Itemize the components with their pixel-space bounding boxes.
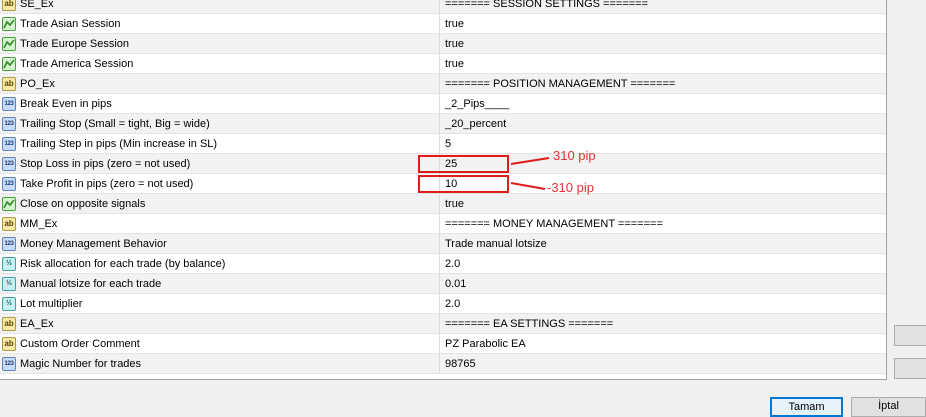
integer-type-icon: 123 xyxy=(2,176,16,191)
parameter-name: Magic Number for trades xyxy=(20,357,142,370)
table-row[interactable]: 123 Magic Number for trades 98765 xyxy=(0,354,886,374)
parameter-name-cell: 123 Trailing Stop (Small = tight, Big = w… xyxy=(0,114,440,133)
table-row[interactable]: 123 Money Management Behavior Trade manual… xyxy=(0,234,886,254)
parameter-name: Close on opposite signals xyxy=(20,197,146,210)
parameter-value[interactable]: PZ Parabolic EA xyxy=(440,334,886,353)
parameter-name-cell: ab EA_Ex xyxy=(0,314,440,333)
parameter-name-cell: 123 Take Profit in pips (zero = not used) xyxy=(0,174,440,193)
table-row[interactable]: ab Custom Order Comment PZ Parabolic EA xyxy=(0,334,886,354)
parameter-name: Take Profit in pips (zero = not used) xyxy=(20,177,194,190)
parameter-value[interactable]: true xyxy=(440,194,886,213)
table-row[interactable]: Trade Europe Session true xyxy=(0,34,886,54)
integer-type-icon: 123 xyxy=(2,136,16,151)
parameter-name: Lot multiplier xyxy=(20,297,83,310)
parameter-name-cell: ab Custom Order Comment xyxy=(0,334,440,353)
parameter-name-cell: 123 Trailing Step in pips (Min increase i… xyxy=(0,134,440,153)
table-row[interactable]: ½ Lot multiplier 2.0 xyxy=(0,294,886,314)
table-row[interactable]: Close on opposite signals true xyxy=(0,194,886,214)
string-type-icon: ab xyxy=(2,0,16,11)
table-row[interactable]: Trade Asian Session true xyxy=(0,14,886,34)
parameter-name-cell: ab MM_Ex xyxy=(0,214,440,233)
parameter-name: Risk allocation for each trade (by balan… xyxy=(20,257,226,270)
parameter-name: Trailing Step in pips (Min increase in S… xyxy=(20,137,218,150)
parameter-name: EA_Ex xyxy=(20,317,54,330)
table-row[interactable]: ½ Manual lotsize for each trade 0.01 xyxy=(0,274,886,294)
integer-type-icon: 123 xyxy=(2,96,16,111)
parameter-value[interactable]: ======= MONEY MANAGEMENT ======= xyxy=(440,214,886,233)
parameter-value[interactable]: Trade manual lotsize xyxy=(440,234,886,253)
string-type-icon: ab xyxy=(2,76,16,91)
table-row[interactable]: 123 Trailing Stop (Small = tight, Big = w… xyxy=(0,114,886,134)
parameter-name-cell: ½ Lot multiplier xyxy=(0,294,440,313)
parameter-value[interactable]: ======= POSITION MANAGEMENT ======= xyxy=(440,74,886,93)
double-type-icon: ½ xyxy=(2,256,16,271)
boolean-type-icon xyxy=(2,16,16,31)
parameter-value[interactable]: true xyxy=(440,14,886,33)
table-row[interactable]: Trade America Session true xyxy=(0,54,886,74)
parameter-name: Money Management Behavior xyxy=(20,237,167,250)
integer-type-icon: 123 xyxy=(2,236,16,251)
parameter-name-cell: 123 Magic Number for trades xyxy=(0,354,440,373)
parameter-value[interactable]: 98765 xyxy=(440,354,886,373)
parameter-name: Trade Asian Session xyxy=(20,17,121,30)
table-row[interactable]: 123 Break Even in pips _2_Pips____ xyxy=(0,94,886,114)
stop-loss-annotation: 310 pip xyxy=(553,148,596,163)
parameter-name-cell: ½ Risk allocation for each trade (by bala… xyxy=(0,254,440,273)
string-type-icon: ab xyxy=(2,336,16,351)
string-type-icon: ab xyxy=(2,316,16,331)
load-button[interactable] xyxy=(894,325,926,346)
parameter-name-cell: 123 Stop Loss in pips (zero = not used) xyxy=(0,154,440,173)
cancel-button[interactable]: İptal xyxy=(851,397,926,417)
parameter-name: Trade America Session xyxy=(20,57,134,70)
take-profit-highlight-box xyxy=(418,175,509,193)
table-row[interactable]: ½ Risk allocation for each trade (by bala… xyxy=(0,254,886,274)
parameter-name-cell: ½ Manual lotsize for each trade xyxy=(0,274,440,293)
parameter-name: Trailing Stop (Small = tight, Big = wide… xyxy=(20,117,210,130)
double-type-icon: ½ xyxy=(2,296,16,311)
parameter-value[interactable]: 2.0 xyxy=(440,254,886,273)
parameter-value[interactable]: 5 xyxy=(440,134,886,153)
integer-type-icon: 123 xyxy=(2,356,16,371)
parameter-name-cell: Trade America Session xyxy=(0,54,440,73)
parameter-name: Stop Loss in pips (zero = not used) xyxy=(20,157,191,170)
save-button[interactable] xyxy=(894,358,926,379)
take-profit-annotation: -310 pip xyxy=(547,180,594,195)
parameter-name-cell: 123 Money Management Behavior xyxy=(0,234,440,253)
parameter-value[interactable]: true xyxy=(440,34,886,53)
table-row[interactable]: ab PO_Ex ======= POSITION MANAGEMENT =====… xyxy=(0,74,886,94)
string-type-icon: ab xyxy=(2,216,16,231)
boolean-type-icon xyxy=(2,36,16,51)
parameter-name: MM_Ex xyxy=(20,217,58,230)
parameter-name: Custom Order Comment xyxy=(20,337,140,350)
parameter-value[interactable]: 0.01 xyxy=(440,274,886,293)
table-row[interactable]: 123 Trailing Step in pips (Min increase i… xyxy=(0,134,886,154)
stop-loss-highlight-box xyxy=(418,155,509,173)
parameter-name-cell: ab SE_Ex xyxy=(0,0,440,13)
parameter-value[interactable]: _20_percent xyxy=(440,114,886,133)
parameter-name: SE_Ex xyxy=(20,0,54,10)
parameter-value[interactable]: ======= SESSION SETTINGS ======= xyxy=(440,0,886,13)
parameter-name-cell: ab PO_Ex xyxy=(0,74,440,93)
parameter-name: Manual lotsize for each trade xyxy=(20,277,162,290)
double-type-icon: ½ xyxy=(2,276,16,291)
parameter-name: PO_Ex xyxy=(20,77,55,90)
integer-type-icon: 123 xyxy=(2,116,16,131)
parameter-value[interactable]: _2_Pips____ xyxy=(440,94,886,113)
parameter-name-cell: 123 Break Even in pips xyxy=(0,94,440,113)
parameter-value[interactable]: ======= EA SETTINGS ======= xyxy=(440,314,886,333)
table-row[interactable]: ab MM_Ex ======= MONEY MANAGEMENT ======= xyxy=(0,214,886,234)
boolean-type-icon xyxy=(2,56,16,71)
parameter-name-cell: Close on opposite signals xyxy=(0,194,440,213)
table-row[interactable]: ab SE_Ex ======= SESSION SETTINGS ======= xyxy=(0,0,886,14)
integer-type-icon: 123 xyxy=(2,156,16,171)
table-row[interactable]: ab EA_Ex ======= EA SETTINGS ======= xyxy=(0,314,886,334)
parameter-name: Break Even in pips xyxy=(20,97,112,110)
parameter-value[interactable]: 2.0 xyxy=(440,294,886,313)
parameter-value[interactable]: true xyxy=(440,54,886,73)
ok-button[interactable]: Tamam xyxy=(770,397,843,417)
parameter-name: Trade Europe Session xyxy=(20,37,130,50)
boolean-type-icon xyxy=(2,196,16,211)
parameter-name-cell: Trade Asian Session xyxy=(0,14,440,33)
parameter-name-cell: Trade Europe Session xyxy=(0,34,440,53)
